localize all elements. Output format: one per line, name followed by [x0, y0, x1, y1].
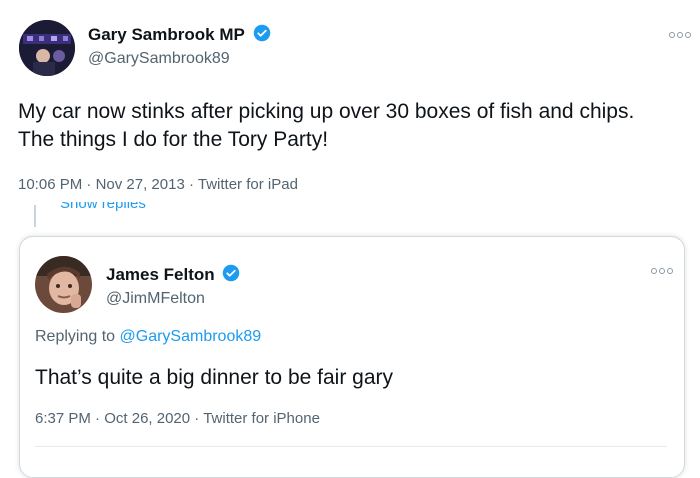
reply-tweet-text: That’s quite a big dinner to be fair gar… — [35, 366, 393, 389]
thread-line — [34, 205, 36, 227]
reply-author-avatar[interactable] — [35, 256, 92, 313]
replying-to-handle-link[interactable]: @GarySambrook89 — [120, 328, 262, 345]
reply-tweet-date[interactable]: Oct 26, 2020 — [104, 410, 190, 427]
replying-to-line: Replying to @GarySambrook89 — [35, 328, 262, 345]
verified-badge-icon — [222, 264, 240, 287]
reply-author-handle[interactable]: @JimMFelton — [106, 290, 205, 308]
more-options-icon[interactable] — [651, 268, 673, 274]
reply-tweet-meta: 6:37 PM · Oct 26, 2020 · Twitter for iPh… — [35, 410, 320, 427]
divider — [35, 446, 667, 447]
verified-badge-icon — [253, 24, 271, 47]
main-author-handle[interactable]: @GarySambrook89 — [88, 50, 230, 68]
main-author-name[interactable]: Gary Sambrook MP — [88, 25, 245, 44]
main-tweet-source[interactable]: Twitter for iPad — [198, 176, 298, 193]
reply-author-name[interactable]: James Felton — [106, 265, 215, 284]
reply-tweet-source[interactable]: Twitter for iPhone — [203, 410, 320, 427]
main-tweet-text-line2: The things I do for the Tory Party! — [18, 128, 329, 151]
main-tweet-text-line1: My car now stinks after picking up over … — [18, 100, 635, 123]
main-tweet-time[interactable]: 10:06 PM — [18, 176, 82, 193]
more-options-icon[interactable] — [669, 32, 691, 38]
main-tweet-date[interactable]: Nov 27, 2013 — [96, 176, 185, 193]
main-tweet-text: My car now stinks after picking up over … — [18, 98, 634, 154]
main-tweet-meta: 10:06 PM · Nov 27, 2013 · Twitter for iP… — [18, 176, 298, 193]
main-author-avatar[interactable] — [19, 20, 75, 76]
show-replies-link[interactable]: Show replies — [60, 202, 260, 211]
reply-tweet-time[interactable]: 6:37 PM — [35, 410, 91, 427]
